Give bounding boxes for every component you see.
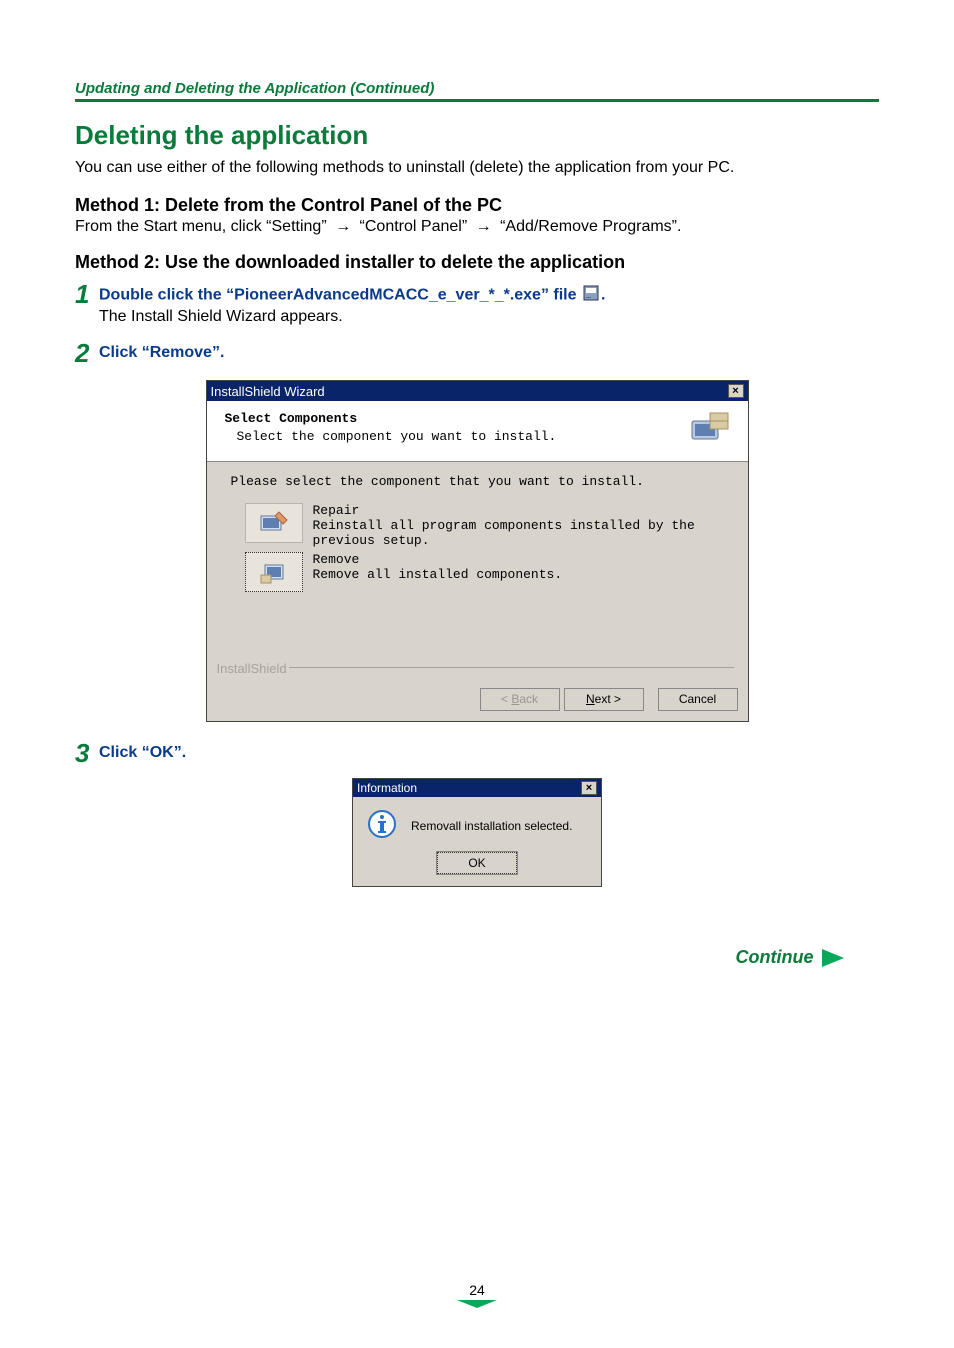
- separator-line: [289, 667, 734, 668]
- step-1-title-text: Double click the “PioneerAdvancedMCACC_e…: [99, 287, 581, 304]
- step-1: 1 Double click the “PioneerAdvancedMCACC…: [75, 281, 879, 326]
- method2-title: Method 2: Use the downloaded installer t…: [75, 252, 879, 273]
- page-number-text: 24: [469, 1282, 485, 1298]
- option-repair[interactable]: Repair Reinstall all program components …: [225, 503, 730, 548]
- step-3: 3 Click “OK”.: [75, 740, 879, 766]
- wizard-header: Select Components Select the component y…: [207, 401, 748, 462]
- method1-lead: From the Start menu, click: [75, 218, 266, 235]
- repair-icon: [245, 503, 303, 543]
- info-title: Information: [357, 781, 417, 795]
- method1-title: Method 1: Delete from the Control Panel …: [75, 195, 879, 216]
- method1-p1: “Setting”: [266, 218, 326, 235]
- back-button: < Back: [480, 688, 560, 711]
- exe-file-icon: …: [583, 285, 599, 306]
- next-button[interactable]: Next >: [564, 688, 644, 711]
- page-number: 24: [0, 1282, 954, 1308]
- arrow-icon: →: [476, 218, 492, 236]
- cancel-button[interactable]: Cancel: [658, 688, 738, 711]
- method1-p3: “Add/Remove Programs”.: [500, 218, 681, 235]
- wizard-header-title: Select Components: [225, 411, 682, 426]
- wizard-instruction: Please select the component that you wan…: [225, 474, 730, 489]
- info-message: Removall installation selected.: [411, 819, 572, 833]
- method1-p2: “Control Panel”: [360, 218, 468, 235]
- option-remove[interactable]: Remove Remove all installed components.: [225, 552, 730, 592]
- information-dialog: Information × Removall installation sele…: [352, 778, 602, 887]
- continue-label: Continue: [736, 947, 814, 967]
- step-number: 3: [75, 740, 99, 766]
- step-2: 2 Click “Remove”.: [75, 340, 879, 366]
- section-header: Updating and Deleting the Application (C…: [75, 80, 879, 102]
- installshield-brand: InstallShield: [217, 661, 287, 676]
- info-titlebar: Information ×: [353, 779, 601, 797]
- page-title: Deleting the application: [75, 120, 879, 151]
- step-number: 1: [75, 281, 99, 307]
- svg-text:…: …: [586, 294, 591, 300]
- step-3-title: Click “OK”.: [99, 744, 879, 762]
- remove-icon: [245, 552, 303, 592]
- step-1-title-dot: .: [601, 287, 605, 304]
- next-post: ext >: [595, 692, 621, 706]
- back-post: ack: [519, 692, 538, 706]
- wizard-footer: < Back Next > Cancel: [207, 682, 748, 721]
- repair-title: Repair: [313, 503, 730, 518]
- back-pre: <: [501, 692, 511, 706]
- arrow-icon: →: [335, 218, 351, 236]
- info-icon: [367, 809, 397, 842]
- wizard-header-sub: Select the component you want to install…: [225, 429, 682, 444]
- wizard-body: Please select the component that you wan…: [207, 462, 748, 682]
- remove-desc: Remove all installed components.: [313, 567, 563, 582]
- step-1-sub: The Install Shield Wizard appears.: [99, 308, 879, 326]
- wizard-titlebar: InstallShield Wizard ×: [207, 381, 748, 401]
- wizard-title: InstallShield Wizard: [211, 384, 325, 399]
- step-number: 2: [75, 340, 99, 366]
- triangle-arrow-icon: [822, 949, 844, 967]
- ok-button[interactable]: OK: [437, 852, 517, 874]
- installshield-wizard-dialog: InstallShield Wizard × Select Components…: [206, 380, 749, 722]
- page-number-ornament-icon: [457, 1300, 497, 1308]
- continue-link[interactable]: Continue: [75, 947, 879, 968]
- close-icon[interactable]: ×: [581, 781, 597, 795]
- computer-box-icon: [690, 411, 730, 451]
- intro-text: You can use either of the following meth…: [75, 159, 879, 177]
- remove-title: Remove: [313, 552, 563, 567]
- repair-desc: Reinstall all program components install…: [313, 518, 730, 548]
- next-u: N: [586, 692, 595, 706]
- step-1-title: Double click the “PioneerAdvancedMCACC_e…: [99, 285, 879, 306]
- step-2-title: Click “Remove”.: [99, 344, 879, 362]
- close-icon[interactable]: ×: [728, 384, 744, 398]
- method1-body: From the Start menu, click “Setting” → “…: [75, 218, 879, 236]
